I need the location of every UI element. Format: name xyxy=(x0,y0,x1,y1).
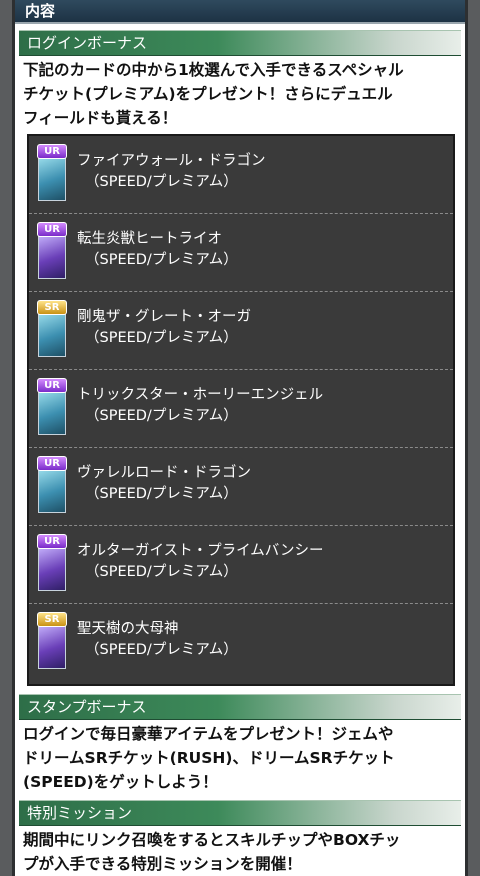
card-format-label: （SPEED/プレミアム） xyxy=(85,408,238,424)
card-format-label: （SPEED/プレミアム） xyxy=(85,252,238,268)
card-format-label: （SPEED/プレミアム） xyxy=(85,564,238,580)
card-thumbnail: UR xyxy=(37,456,67,514)
card-art-image xyxy=(38,311,66,357)
stamp-bonus-heading: スタンプボーナス xyxy=(19,694,461,720)
card-format-label: （SPEED/プレミアム） xyxy=(85,330,238,346)
card-name: 剛鬼ザ・グレート・オーガ xyxy=(77,309,251,325)
card-row[interactable]: UR オルターガイスト・プライムバンシー （SPEED/プレミアム） xyxy=(29,526,453,604)
rarity-badge: UR xyxy=(37,378,67,393)
card-row[interactable]: UR トリックスター・ホーリーエンジェル （SPEED/プレミアム） xyxy=(29,370,453,448)
card-name: 聖天樹の大母神 xyxy=(77,621,179,637)
card-format-label: （SPEED/プレミアム） xyxy=(85,642,238,658)
card-art-image xyxy=(38,155,66,201)
rarity-badge: SR xyxy=(37,300,67,315)
card-art-image xyxy=(38,389,66,435)
card-name: トリックスター・ホーリーエンジェル xyxy=(77,387,324,403)
rarity-badge: UR xyxy=(37,144,67,159)
card-row[interactable]: SR 剛鬼ザ・グレート・オーガ （SPEED/プレミアム） xyxy=(29,292,453,370)
login-bonus-heading: ログインボーナス xyxy=(19,30,461,56)
card-thumbnail: UR xyxy=(37,378,67,436)
card-format-label: （SPEED/プレミアム） xyxy=(85,174,238,190)
card-art-image xyxy=(38,623,66,669)
card-row[interactable]: UR ファイアウォール・ドラゴン （SPEED/プレミアム） xyxy=(29,136,453,214)
card-name: ファイアウォール・ドラゴン xyxy=(77,153,266,169)
card-row[interactable]: UR ヴァレルロード・ドラゴン （SPEED/プレミアム） xyxy=(29,448,453,526)
card-thumbnail: SR xyxy=(37,612,67,670)
card-row[interactable]: SR 聖天樹の大母神 （SPEED/プレミアム） xyxy=(29,604,453,682)
panel-title: 内容 xyxy=(15,0,465,24)
rarity-badge: UR xyxy=(37,534,67,549)
card-name: オルターガイスト・プライムバンシー xyxy=(77,543,324,559)
content-panel: 内容 ログインボーナス 下記のカードの中から1枚選んで入手できるスペシャル チケ… xyxy=(12,0,468,876)
rarity-badge: SR xyxy=(37,612,67,627)
card-row[interactable]: UR 転生炎獣ヒートライオ （SPEED/プレミアム） xyxy=(29,214,453,292)
card-thumbnail: UR xyxy=(37,534,67,592)
card-thumbnail: UR xyxy=(37,144,67,202)
card-list: UR ファイアウォール・ドラゴン （SPEED/プレミアム） UR 転生炎獣ヒートライオ… xyxy=(27,134,455,686)
card-thumbnail: UR xyxy=(37,222,67,280)
card-name: ヴァレルロード・ドラゴン xyxy=(77,465,251,481)
card-format-label: （SPEED/プレミアム） xyxy=(85,486,238,502)
rarity-badge: UR xyxy=(37,222,67,237)
stamp-bonus-description: ログインで毎日豪華アイテムをプレゼント！ジェムや ドリームSRチケット(RUSH… xyxy=(23,725,395,791)
card-thumbnail: SR xyxy=(37,300,67,358)
card-art-image xyxy=(38,233,66,279)
special-mission-heading: 特別ミッション xyxy=(19,800,461,826)
card-art-image xyxy=(38,545,66,591)
card-name: 転生炎獣ヒートライオ xyxy=(77,231,222,247)
login-bonus-description: 下記のカードの中から1枚選んで入手できるスペシャル チケット(プレミアム)をプレ… xyxy=(23,61,404,127)
rarity-badge: UR xyxy=(37,456,67,471)
special-mission-description: 期間中にリンク召喚をするとスキルチップやBOXチッ プが入手できる特別ミッション… xyxy=(23,831,401,873)
card-art-image xyxy=(38,467,66,513)
